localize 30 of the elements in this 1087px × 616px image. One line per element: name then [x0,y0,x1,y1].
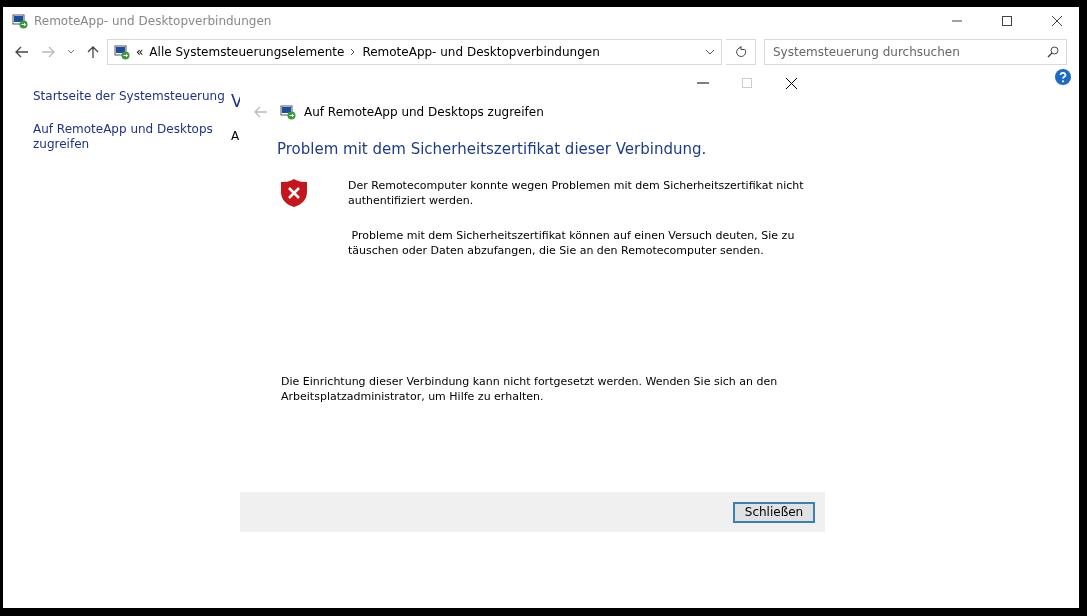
shield-error-icon [280,178,308,208]
window-title: RemoteApp- und Desktopverbindungen [34,14,273,28]
dialog-title: Problem mit dem Sicherheitszertifikat dieser Verbindung. [277,140,708,158]
search-icon[interactable] [1047,46,1059,58]
message-text: Der Remotecomputer konnte wegen Problemen mit dem Sicherheitszertifikat nicht authentifiziert werden. [348,178,805,208]
breadcrumb-overflow[interactable]: « [136,45,144,59]
search-field[interactable]: Systemsteuerung durchsuchen [764,39,1067,65]
chevron-down-icon[interactable] [705,49,715,55]
breadcrumb-item[interactable]: RemoteApp- und Desktopverbindungen [362,45,600,59]
sidebar-link[interactable]: Startseite der Systemsteuerung [33,89,231,104]
refresh-button[interactable] [726,39,756,65]
chevron-right-icon [350,48,357,56]
close-icon [785,77,797,89]
breadcrumb-item[interactable]: Alle Systemsteuerungselemente [149,45,345,59]
remote-desktop-icon [114,44,130,60]
chevron-down-icon [67,49,75,55]
note-text: Die Einrichtung dieser Verbindung kann nicht fortgesetzt werden. Wenden Sie sich an den Arbeitsplatzadministrator, um Hilfe zu erhalten. [281,374,779,404]
body-text: A [231,129,241,143]
message-text: Probleme mit dem Sicherheitszertifikat können auf einen Versuch deuten, Sie zu täuschen oder Daten abzufangen, die Sie an den Remotecomputer senden. [348,228,796,258]
help-icon[interactable] [1055,69,1071,85]
refresh-icon [734,46,747,58]
remote-desktop-icon [280,104,296,120]
sidebar-link[interactable]: Auf RemoteApp und Desktops zugreifen [33,122,231,152]
close-dialog-button[interactable]: Schließen [733,501,815,523]
dialog-header: Auf RemoteApp und Desktops zugreifen [304,105,544,119]
maximize-icon [1002,16,1012,26]
address-bar[interactable]: « Alle Systemsteuerungselemente RemoteApp- und Desktopverbindungen [107,39,722,65]
close-icon [1052,16,1062,26]
maximize-icon [742,78,752,88]
remote-desktop-icon [12,13,28,29]
